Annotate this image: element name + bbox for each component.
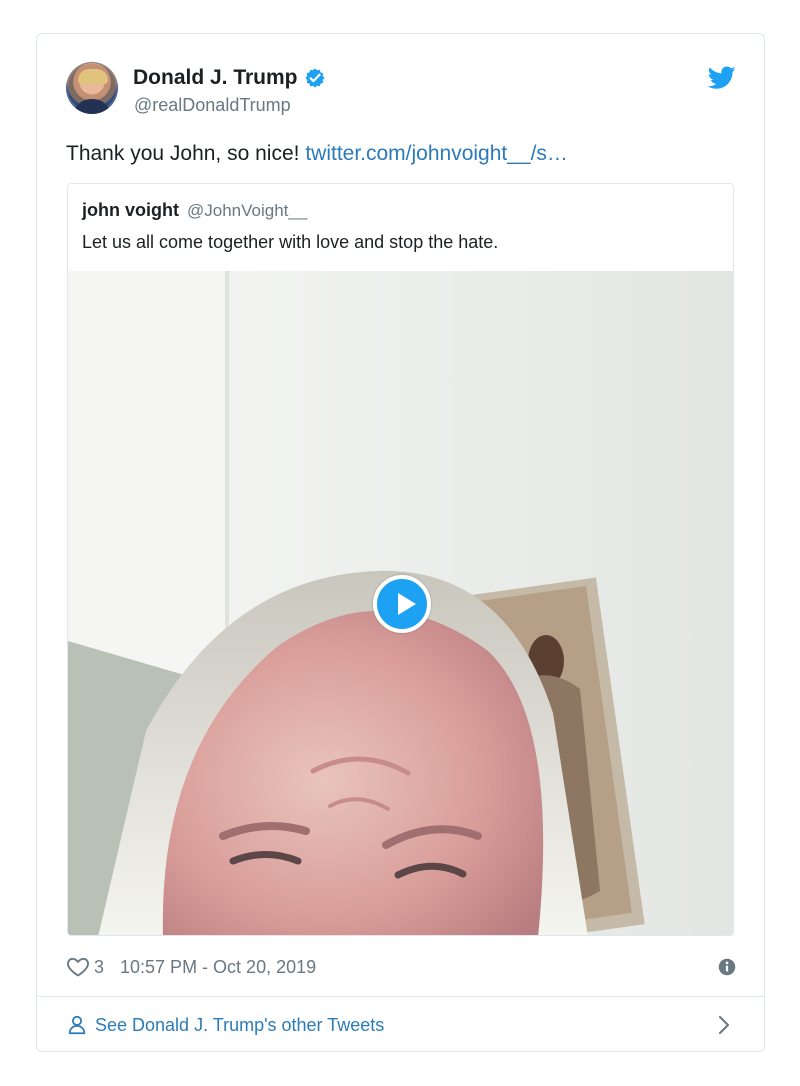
- quoted-author-handle[interactable]: @JohnVoight__: [187, 201, 307, 221]
- author-handle[interactable]: @realDonaldTrump: [134, 94, 291, 116]
- video-thumbnail[interactable]: [68, 271, 733, 935]
- heart-icon[interactable]: [66, 955, 90, 979]
- person-icon: [68, 1015, 86, 1035]
- tweet-text-prefix: Thank you John, so nice!: [66, 142, 306, 165]
- info-icon[interactable]: [718, 958, 736, 976]
- verified-badge-icon: [304, 68, 325, 88]
- author-display-name[interactable]: Donald J. Trump: [133, 66, 298, 90]
- quoted-tweet-text: Let us all come together with love and s…: [82, 232, 499, 252]
- author-avatar[interactable]: [66, 62, 118, 114]
- quoted-tweet-card[interactable]: john voight @JohnVoight__ Let us all com…: [67, 183, 734, 936]
- tweet-header: Donald J. Trump @realDonaldTrump: [66, 62, 736, 118]
- quoted-tweet-link[interactable]: twitter.com/johnvoight__/s…: [305, 142, 568, 165]
- chevron-right-icon[interactable]: [712, 1013, 736, 1037]
- embedded-tweet-card[interactable]: Donald J. Trump @realDonaldTrump Thank y…: [36, 33, 765, 1052]
- like-count[interactable]: 3: [94, 957, 104, 978]
- quoted-author-name[interactable]: john voight: [82, 200, 179, 221]
- play-icon[interactable]: [373, 575, 431, 633]
- see-other-tweets-label[interactable]: See Donald J. Trump's other Tweets: [95, 1015, 384, 1036]
- tweet-meta: 3 10:57 PM - Oct 20, 2019: [66, 953, 736, 981]
- author-name-line[interactable]: Donald J. Trump: [133, 66, 326, 90]
- see-other-tweets-link[interactable]: See Donald J. Trump's other Tweets: [66, 1011, 736, 1039]
- tweet-text: Thank you John, so nice! twitter.com/joh…: [66, 140, 736, 168]
- tweet-timestamp[interactable]: 10:57 PM - Oct 20, 2019: [120, 957, 316, 978]
- footer-divider: [37, 996, 764, 997]
- quoted-tweet-header: john voight @JohnVoight__: [82, 200, 307, 221]
- twitter-bird-icon[interactable]: [708, 66, 736, 90]
